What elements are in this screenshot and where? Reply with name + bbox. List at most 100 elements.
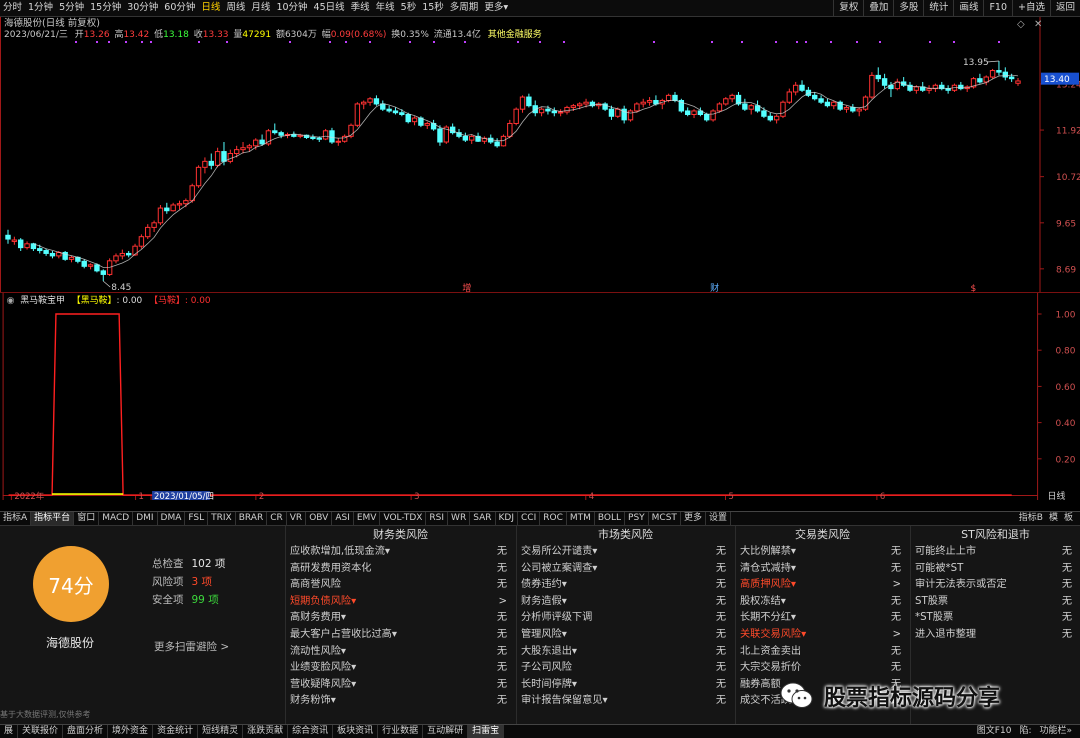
indicator-menu-icon[interactable]: ◉ (7, 296, 15, 306)
indicator-tab[interactable]: BRAR (236, 512, 268, 525)
risk-score[interactable]: 74分 (33, 546, 109, 622)
timeframe-tab[interactable]: 1分钟 (25, 0, 56, 16)
indicator-tab[interactable]: ASI (332, 512, 354, 525)
timeframe-tab[interactable]: 季线 (348, 0, 373, 16)
timeframe-tab[interactable]: 10分钟 (273, 0, 310, 16)
risk-item[interactable]: 大比例解禁▾ 无 (736, 544, 909, 561)
risk-item[interactable]: 财务造假▾ 无 (517, 594, 734, 611)
risk-item[interactable]: 财务粉饰▾ 无 (286, 693, 515, 710)
status-right-button[interactable]: 功能栏» (1035, 725, 1076, 738)
timeframe-tab[interactable]: 15秒 (419, 0, 447, 16)
close-icon[interactable]: ✕ (1034, 19, 1042, 30)
indicator-tab-right[interactable]: 指标B (1016, 512, 1046, 525)
event-marker[interactable]: $ (971, 284, 977, 292)
timeframe-tab[interactable]: 日线 (198, 0, 223, 16)
indicator-tab[interactable]: PSY (625, 512, 649, 525)
toolbar-button[interactable]: 统计 (923, 0, 953, 16)
risk-item[interactable]: 大宗交易折价 无 (736, 660, 909, 677)
indicator-chart[interactable]: 1.00 0.80 0.60 0.40 0.20 2022年 1 2023/01/05/四 2… (0, 292, 1080, 500)
indicator-tab[interactable]: 设置 (706, 512, 731, 525)
risk-item[interactable]: 可能被*ST 无 (911, 561, 1080, 578)
risk-item[interactable]: 应收款增加,低现金流▾ 无 (286, 544, 515, 561)
toolbar-button[interactable]: +自选 (1012, 0, 1050, 16)
indicator-tab[interactable]: KDJ (496, 512, 518, 525)
event-marker[interactable]: 财 (710, 282, 719, 292)
quote-industry[interactable]: 其他金融服务 (488, 28, 542, 40)
risk-item[interactable]: 关联交易风险▾ > (736, 627, 909, 644)
indicator-tab[interactable]: OBV (306, 512, 333, 525)
indicator-tab[interactable]: VR (287, 512, 307, 525)
risk-item[interactable]: 高质押风险▾ > (736, 577, 909, 594)
status-right-button[interactable]: 图文F10 (973, 725, 1016, 738)
status-tab[interactable]: 资金统计 (153, 725, 199, 738)
indicator-tab[interactable]: DMA (158, 512, 186, 525)
timeframe-tab[interactable]: 分时 (0, 0, 25, 16)
timeframe-tab[interactable]: 30分钟 (124, 0, 161, 16)
status-tab[interactable]: 板块资讯 (333, 725, 379, 738)
toolbar-button[interactable]: F10 (983, 0, 1012, 16)
risk-item[interactable]: *ST股票 无 (911, 610, 1080, 627)
status-tab[interactable]: 行业数据 (378, 725, 424, 738)
risk-item[interactable]: 营收疑降风险▾ 无 (286, 677, 515, 694)
timeframe-tab[interactable]: 45日线 (311, 0, 348, 16)
status-tab[interactable]: 展 (0, 725, 19, 738)
settings-icon[interactable]: ◇ (1017, 19, 1025, 30)
risk-item[interactable]: 分析师评级下调 无 (517, 610, 734, 627)
status-tab[interactable]: 盘面分析 (63, 725, 109, 738)
event-marker[interactable]: 增 (462, 282, 471, 292)
toolbar-button[interactable]: 叠加 (863, 0, 893, 16)
risk-item[interactable]: 审计报告保留意见▾ 无 (517, 693, 734, 710)
risk-item[interactable]: 高商誉风险 无 (286, 577, 515, 594)
indicator-tab[interactable]: SAR (470, 512, 496, 525)
risk-item[interactable]: 公司被立案调查▾ 无 (517, 561, 734, 578)
status-tab[interactable]: 关联报价 (18, 725, 64, 738)
candlestick-chart[interactable]: 增财 $13.958.45 13.2411.9210.729.658.6913.4… (0, 17, 1080, 292)
indicator-tab[interactable]: MACD (99, 512, 134, 525)
indicator-tab[interactable]: MCST (649, 512, 681, 525)
indicator-tab[interactable]: 指标A (0, 512, 32, 525)
risk-item[interactable]: 审计无法表示或否定 无 (911, 577, 1080, 594)
risk-item[interactable]: 高研发费用资本化 无 (286, 561, 515, 578)
risk-item[interactable]: 短期负债风险▾ > (286, 594, 515, 611)
indicator-tab[interactable]: WR (448, 512, 471, 525)
timeframe-tab[interactable]: 周线 (223, 0, 248, 16)
toolbar-button[interactable]: 画线 (953, 0, 983, 16)
risk-item[interactable]: 最大客户占营收比过高▾ 无 (286, 627, 515, 644)
risk-item[interactable]: 股权冻结▾ 无 (736, 594, 909, 611)
risk-item[interactable]: 交易所公开谴责▾ 无 (517, 544, 734, 561)
timeframe-tab[interactable]: 5秒 (398, 0, 420, 16)
risk-item[interactable]: ST股票 无 (911, 594, 1080, 611)
risk-item[interactable]: 北上资金卖出 无 (736, 644, 909, 661)
indicator-tab[interactable]: 窗口 (74, 512, 100, 525)
status-right-button[interactable]: 陷: (1015, 725, 1035, 738)
risk-item[interactable]: 业绩变脸风险▾ 无 (286, 660, 515, 677)
risk-item[interactable]: 债券违约▾ 无 (517, 577, 734, 594)
indicator-tab[interactable]: RSI (426, 512, 449, 525)
indicator-tab[interactable]: DMI (133, 512, 158, 525)
indicator-tab-right[interactable]: 模 (1046, 512, 1061, 525)
indicator-tab[interactable]: ROC (540, 512, 567, 525)
risk-item[interactable]: 高财务费用▾ 无 (286, 610, 515, 627)
timeframe-tab[interactable]: 月线 (248, 0, 273, 16)
more-scan-link[interactable]: 更多扫雷避险 > (154, 639, 229, 654)
indicator-tab[interactable]: EMV (354, 512, 381, 525)
toolbar-button[interactable]: 返回 (1049, 0, 1080, 16)
timeframe-tab[interactable]: 5分钟 (56, 0, 87, 16)
toolbar-button[interactable]: 复权 (833, 0, 863, 16)
indicator-tab-right[interactable]: 板 (1061, 512, 1076, 525)
status-tab[interactable]: 综合资讯 (288, 725, 334, 738)
timeframe-tab[interactable]: 15分钟 (87, 0, 124, 16)
indicator-tab[interactable]: TRIX (208, 512, 236, 525)
status-tab[interactable]: 互动解研 (423, 725, 469, 738)
risk-item[interactable]: 流动性风险▾ 无 (286, 644, 515, 661)
timeframe-tab[interactable]: 更多▾ (481, 0, 511, 16)
timeframe-tab[interactable]: 多周期 (447, 0, 482, 16)
indicator-tab[interactable]: FSL (185, 512, 209, 525)
toolbar-button[interactable]: 多股 (893, 0, 923, 16)
risk-item[interactable]: 清仓式减持▾ 无 (736, 561, 909, 578)
indicator-tab[interactable]: CCI (518, 512, 541, 525)
indicator-tab[interactable]: BOLL (595, 512, 626, 525)
risk-item[interactable]: 子公司风险 无 (517, 660, 734, 677)
indicator-tab[interactable]: VOL-TDX (380, 512, 427, 525)
status-tab[interactable]: 短线精灵 (198, 725, 244, 738)
